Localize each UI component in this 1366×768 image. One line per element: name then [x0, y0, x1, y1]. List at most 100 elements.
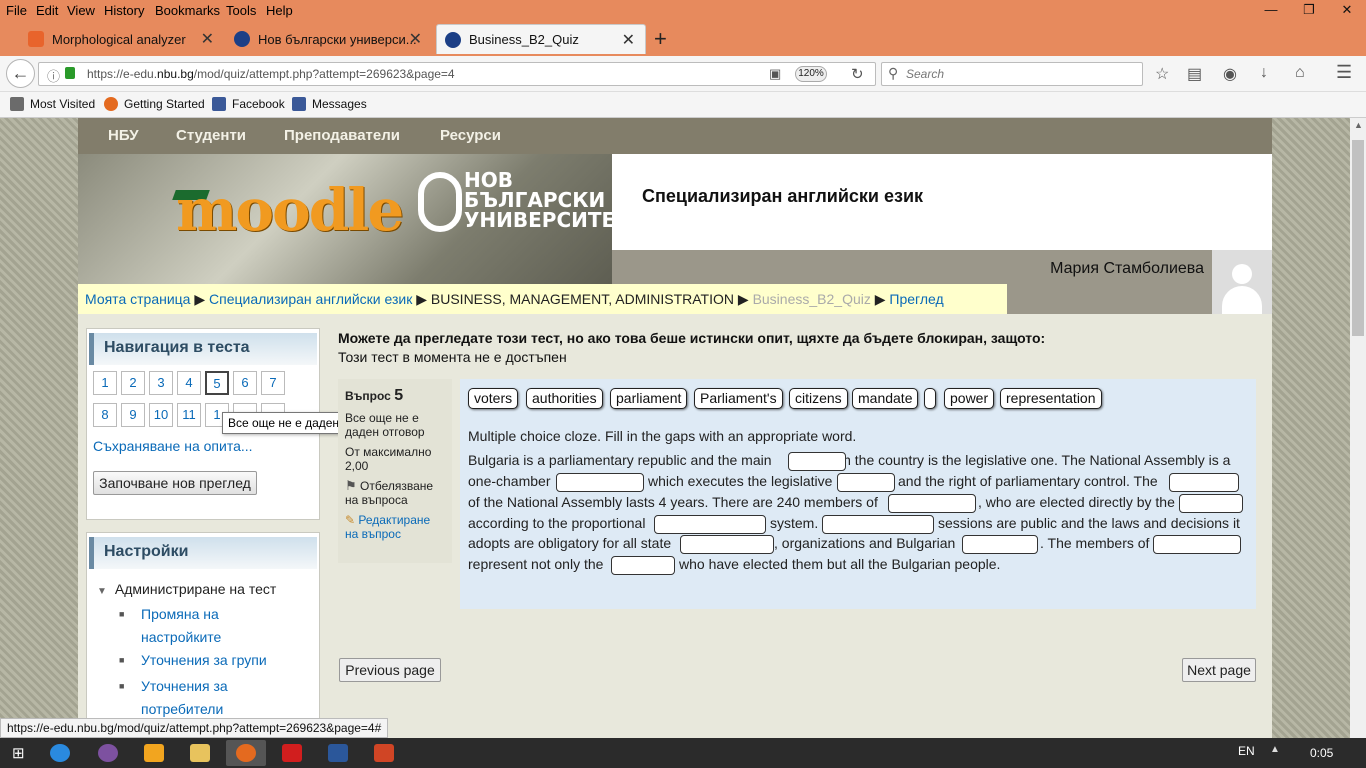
drop-gap[interactable] — [962, 535, 1038, 554]
question-nav-button[interactable]: 5 — [205, 371, 229, 395]
question-nav-button[interactable]: 3 — [149, 371, 173, 395]
search-input[interactable]: ⚲ Search — [881, 62, 1143, 86]
nav-nbu[interactable]: НБУ — [108, 127, 139, 144]
drag-word-item[interactable]: power — [944, 388, 995, 409]
language-indicator[interactable]: EN — [1238, 744, 1255, 758]
breadcrumb-preview[interactable]: Преглед — [889, 291, 943, 307]
drop-gap[interactable] — [1179, 494, 1243, 513]
drag-word-item[interactable]: Parliament's — [694, 388, 783, 409]
bookmark-messages[interactable]: Messages — [292, 97, 367, 111]
next-page-button[interactable]: Next page — [1182, 658, 1256, 682]
bookmark-star-icon[interactable]: ☆ — [1155, 64, 1169, 84]
settings-item-group-overrides[interactable]: ■ Уточнения за групи — [119, 649, 315, 672]
bookmark-getting-started[interactable]: Getting Started — [104, 97, 205, 111]
new-tab-icon[interactable]: + — [654, 26, 667, 52]
scroll-up-icon[interactable]: ▲ — [1354, 120, 1363, 130]
tab-nbu[interactable]: Нов български универси... ✕ — [226, 24, 432, 54]
breadcrumb-quiz[interactable]: Business_B2_Quiz — [753, 291, 871, 307]
breadcrumb-my-page[interactable]: Моята страница — [85, 291, 190, 307]
flag-question[interactable]: ⚑ Отбелязване на въпроса — [345, 479, 445, 508]
home-icon[interactable]: ⌂ — [1295, 64, 1305, 82]
word-taskbar-icon[interactable] — [318, 740, 358, 766]
drop-gap[interactable] — [654, 515, 766, 534]
scroll-thumb[interactable] — [1352, 140, 1364, 336]
edit-question-link[interactable]: ✎ Редактиране на въпрос — [345, 513, 445, 541]
question-nav-button[interactable]: 11 — [177, 403, 201, 427]
user-name[interactable]: Мария Стамболиева — [1050, 260, 1204, 278]
nav-resources[interactable]: Ресурси — [440, 127, 501, 144]
drop-gap[interactable] — [556, 473, 644, 492]
menu-history[interactable]: History — [104, 3, 144, 18]
bookmark-most-visited[interactable]: Most Visited — [10, 97, 95, 111]
zoom-indicator[interactable]: 120% — [795, 66, 827, 82]
drop-gap[interactable] — [822, 515, 934, 534]
viber-taskbar-icon[interactable] — [88, 740, 128, 766]
nav-students[interactable]: Студенти — [176, 127, 246, 144]
file-explorer-taskbar-icon[interactable] — [180, 740, 220, 766]
page-scrollbar[interactable]: ▲ — [1350, 118, 1366, 738]
question-nav-button[interactable]: 10 — [149, 403, 173, 427]
clock[interactable]: 0:05 — [1310, 746, 1333, 760]
question-nav-button[interactable]: 6 — [233, 371, 257, 395]
drop-gap[interactable] — [837, 473, 895, 492]
close-tab-icon[interactable]: ✕ — [201, 29, 214, 49]
close-tab-icon[interactable]: ✕ — [622, 30, 635, 50]
save-attempt-link[interactable]: Съхраняване на опита... — [93, 438, 253, 454]
drag-word-item[interactable]: authorities — [526, 388, 603, 409]
question-nav-button[interactable]: 4 — [177, 371, 201, 395]
reader-view-icon[interactable]: ▣ — [769, 66, 781, 82]
bookmarks-library-icon[interactable]: ▤ — [1187, 64, 1202, 84]
breadcrumb-course[interactable]: Специализиран английски език — [209, 291, 412, 307]
question-nav-button[interactable]: 7 — [261, 371, 285, 395]
site-logo-banner[interactable]: moodle НОВ БЪЛГАРСКИ УНИВЕРСИТЕТ — [78, 154, 612, 284]
drop-gap[interactable] — [680, 535, 774, 554]
menu-tools[interactable]: Tools — [226, 3, 256, 18]
windows-start-icon[interactable]: ⊞ — [12, 744, 25, 762]
question-nav-button[interactable]: 9 — [121, 403, 145, 427]
question-nav-button[interactable]: 1 — [93, 371, 117, 395]
tab-morphological-analyzer[interactable]: Morphological analyzer ✕ — [20, 24, 224, 54]
menu-edit[interactable]: Edit — [36, 3, 58, 18]
powerpoint-taskbar-icon[interactable] — [364, 740, 404, 766]
previous-page-button[interactable]: Previous page — [339, 658, 441, 682]
firefox-taskbar-icon[interactable] — [226, 740, 266, 766]
start-new-preview-button[interactable]: Започване нов преглед — [93, 471, 257, 495]
tab-business-quiz[interactable]: Business_B2_Quiz ✕ — [436, 24, 646, 54]
drag-word-item[interactable]: citizens — [789, 388, 848, 409]
drop-gap[interactable] — [1169, 473, 1239, 492]
menu-view[interactable]: View — [67, 3, 95, 18]
info-icon[interactable]: ⓘ — [47, 66, 60, 85]
drop-gap[interactable] — [788, 452, 846, 471]
question-nav-button[interactable]: 8 — [93, 403, 117, 427]
minimize-icon[interactable]: — — [1252, 0, 1290, 22]
drag-word-item[interactable]: mandate — [852, 388, 919, 409]
settings-item-edit[interactable]: ■ Промяна на настройките — [119, 603, 315, 649]
avatar[interactable] — [1212, 250, 1272, 314]
media-player-taskbar-icon[interactable] — [134, 740, 174, 766]
close-tab-icon[interactable]: ✕ — [409, 29, 422, 49]
drop-gap[interactable] — [611, 556, 675, 575]
drop-gap[interactable] — [888, 494, 976, 513]
hamburger-menu-icon[interactable]: ☰ — [1336, 62, 1352, 83]
menu-bookmarks[interactable]: Bookmarks — [155, 3, 220, 18]
url-bar[interactable]: ⓘ https://e-edu.nbu.bg/mod/quiz/attempt.… — [38, 62, 876, 86]
quiz-admin-item[interactable]: ▼ Администриране на тест — [97, 581, 276, 597]
acrobat-taskbar-icon[interactable] — [272, 740, 312, 766]
menu-file[interactable]: File — [6, 3, 27, 18]
tray-chevron-icon[interactable]: ▲ — [1270, 744, 1280, 755]
nav-teachers[interactable]: Преподаватели — [284, 127, 400, 144]
reload-icon[interactable]: ↻ — [851, 65, 864, 83]
drag-word-item[interactable]: representation — [1000, 388, 1102, 409]
download-arrow-icon[interactable]: ↓ — [1260, 64, 1268, 82]
drag-word-item[interactable]: parliament — [610, 388, 688, 409]
drop-gap[interactable] — [1153, 535, 1241, 554]
bookmark-facebook[interactable]: Facebook — [212, 97, 285, 111]
settings-item-user-overrides[interactable]: ■ Уточнения за потребители — [119, 675, 315, 721]
close-window-icon[interactable]: ✕ — [1328, 0, 1366, 22]
ie-taskbar-icon[interactable] — [40, 740, 80, 766]
drag-word-item[interactable]: voters — [468, 388, 519, 409]
back-arrow-icon[interactable]: ← — [6, 59, 35, 88]
question-nav-button[interactable]: 2 — [121, 371, 145, 395]
menu-help[interactable]: Help — [266, 3, 293, 18]
restore-icon[interactable]: ❐ — [1290, 0, 1328, 22]
